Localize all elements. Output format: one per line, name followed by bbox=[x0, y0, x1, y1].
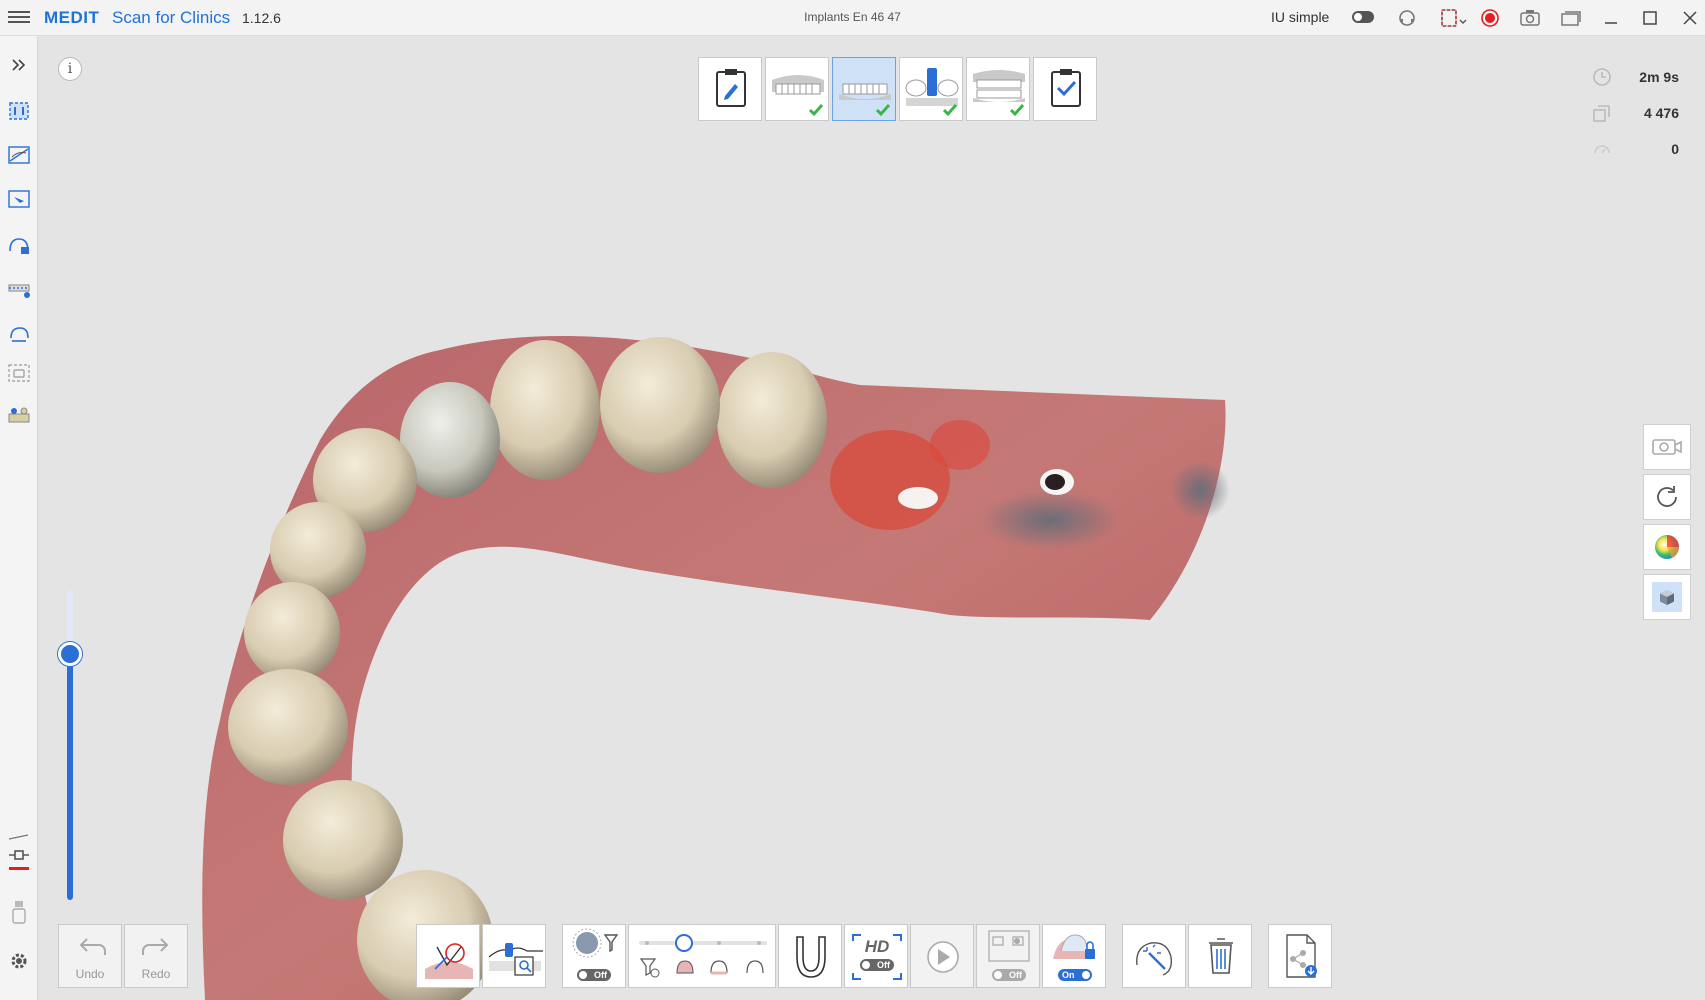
trash-icon bbox=[1209, 938, 1233, 974]
maximize-icon[interactable] bbox=[1636, 4, 1664, 32]
scanbody-search-button[interactable] bbox=[482, 924, 546, 988]
undo-arrow-icon bbox=[79, 938, 106, 955]
arch-select-icon[interactable] bbox=[4, 274, 34, 304]
magic-eraser-button[interactable] bbox=[1122, 924, 1186, 988]
app-version: 1.12.6 bbox=[242, 10, 281, 26]
filter-button[interactable]: Off bbox=[562, 924, 626, 988]
video-view-button[interactable] bbox=[1643, 424, 1691, 470]
filter-level-slider[interactable] bbox=[628, 924, 776, 988]
mandible-teeth-icon bbox=[839, 83, 891, 117]
export-file-button[interactable] bbox=[1268, 924, 1332, 988]
frames-icon bbox=[1592, 103, 1612, 123]
scanner-connection-icon bbox=[4, 834, 34, 870]
zoom-slider-handle[interactable] bbox=[58, 642, 82, 666]
rotate-icon bbox=[1657, 486, 1677, 507]
form-clipboard-icon bbox=[716, 69, 746, 107]
scan-time: 2m 9s bbox=[1639, 69, 1679, 85]
left-sidebar bbox=[0, 36, 38, 1000]
hamburger-menu-icon[interactable] bbox=[8, 8, 30, 28]
color-map-button[interactable] bbox=[1643, 524, 1691, 570]
select-area-icon[interactable] bbox=[4, 96, 34, 126]
info-button[interactable]: i bbox=[58, 57, 82, 81]
scanner-tip-icon bbox=[4, 898, 34, 928]
redo-label: Redo bbox=[141, 967, 171, 981]
scanbody-search-icon bbox=[488, 943, 543, 976]
close-icon[interactable] bbox=[1676, 4, 1704, 32]
magic-wand-icon bbox=[1136, 942, 1173, 976]
abutment-tool-icon bbox=[425, 943, 473, 979]
compare-toggle[interactable]: Off bbox=[992, 969, 1026, 981]
minimize-icon[interactable] bbox=[1597, 4, 1625, 32]
screen-capture-icon[interactable] bbox=[1438, 7, 1468, 29]
mode-toggle[interactable] bbox=[1352, 11, 1374, 23]
lock-toggle[interactable]: On bbox=[1058, 969, 1092, 981]
brand-logo: MEDIT bbox=[44, 8, 100, 27]
stage-scanbody[interactable] bbox=[899, 57, 963, 121]
settings-gear-icon[interactable] bbox=[4, 946, 34, 976]
filter-toggle[interactable]: Off bbox=[577, 969, 611, 981]
hd-button[interactable]: HD Off bbox=[844, 924, 908, 988]
hd-toggle[interactable]: Off bbox=[860, 959, 894, 971]
support-icon[interactable] bbox=[1396, 7, 1418, 29]
app-name: Scan for Clinics bbox=[112, 8, 231, 27]
filter-level-icons bbox=[639, 934, 767, 978]
occlusion-teeth-icon bbox=[973, 70, 1025, 117]
texture-toggle-button[interactable] bbox=[1643, 574, 1691, 620]
mode-label: IU simple bbox=[1271, 9, 1330, 25]
camera-icon[interactable] bbox=[1519, 7, 1541, 29]
compare-button[interactable]: Off bbox=[976, 924, 1040, 988]
hd-frame-icon bbox=[852, 934, 902, 980]
arch-tray-icon bbox=[796, 936, 826, 978]
play-button[interactable] bbox=[910, 924, 974, 988]
arch-tray-button[interactable] bbox=[778, 924, 842, 988]
scanbody-icon bbox=[905, 68, 959, 117]
video-camera-icon bbox=[1652, 439, 1682, 455]
redo-button[interactable]: Redo bbox=[124, 924, 188, 988]
undo-label: Undo bbox=[75, 967, 105, 981]
stage-form[interactable] bbox=[698, 57, 762, 121]
gallery-icon[interactable] bbox=[1560, 7, 1582, 29]
tooth-library-icon[interactable] bbox=[4, 401, 34, 431]
stage-maxilla[interactable] bbox=[765, 57, 829, 121]
frame-count: 4 476 bbox=[1643, 105, 1679, 121]
title-bar: MEDIT Scan for Clinics 1.12.6 Implants E… bbox=[0, 0, 1705, 36]
reset-view-button[interactable] bbox=[1643, 474, 1691, 520]
lock-tooth-area-icon bbox=[1053, 934, 1095, 959]
snapshot-area-icon[interactable] bbox=[4, 358, 34, 388]
stage-mandible[interactable] bbox=[832, 57, 896, 121]
lasso-edit-icon[interactable] bbox=[4, 140, 34, 170]
rotate-area-icon[interactable] bbox=[4, 318, 34, 348]
delete-button[interactable] bbox=[1188, 924, 1252, 988]
export-file-icon bbox=[1286, 934, 1317, 978]
undo-button[interactable]: Undo bbox=[58, 924, 122, 988]
review-checklist-icon bbox=[1051, 69, 1081, 107]
abutment-tool-button[interactable] bbox=[416, 924, 480, 988]
color-wheel-icon bbox=[1655, 535, 1680, 559]
gauge-value: 0 bbox=[1671, 141, 1679, 157]
cube-icon bbox=[1652, 582, 1682, 612]
play-icon bbox=[927, 941, 959, 973]
hd-label: HD bbox=[864, 937, 890, 956]
lock-tooth-icon[interactable] bbox=[4, 230, 34, 260]
zoom-slider-fill bbox=[67, 652, 73, 900]
lock-area-button[interactable]: On bbox=[1042, 924, 1106, 988]
record-icon[interactable] bbox=[1479, 7, 1501, 29]
maxilla-teeth-icon bbox=[772, 75, 824, 117]
redo-arrow-icon bbox=[142, 938, 169, 955]
clock-icon bbox=[1592, 67, 1612, 87]
stage-review[interactable] bbox=[1033, 57, 1097, 121]
trim-icon[interactable] bbox=[4, 184, 34, 214]
filter-sphere-icon bbox=[572, 928, 619, 958]
speed-gauge-icon bbox=[1592, 139, 1612, 159]
compare-scan-icon bbox=[988, 930, 1030, 962]
scan-3d-view[interactable] bbox=[38, 36, 1705, 1000]
expand-icon[interactable] bbox=[4, 50, 34, 80]
stage-occlusion[interactable] bbox=[966, 57, 1030, 121]
